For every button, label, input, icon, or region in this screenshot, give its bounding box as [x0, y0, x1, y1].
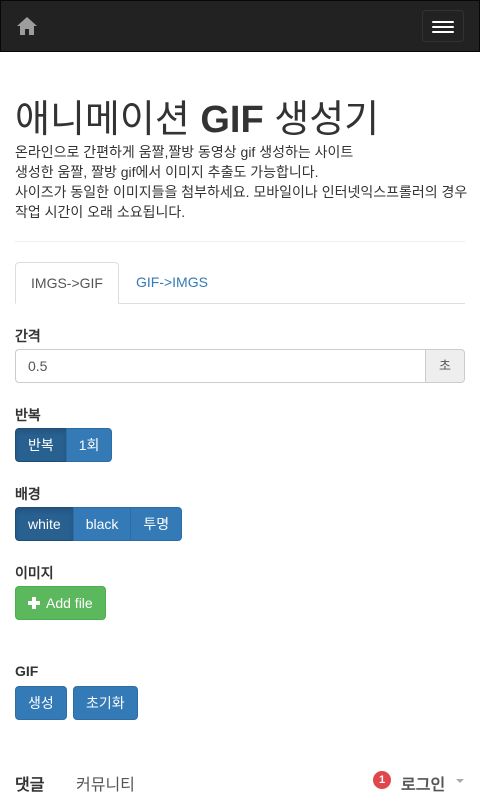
add-file-button[interactable]: Add file [15, 586, 106, 620]
login-link[interactable]: 로그인 [401, 771, 445, 795]
repeat-label: 반복 [15, 407, 41, 423]
repeat-option-loop[interactable]: 반복 [15, 428, 67, 462]
interval-unit: 초 [425, 349, 465, 383]
generate-button[interactable]: 생성 [15, 686, 67, 720]
tab-imgs-to-gif[interactable]: IMGS->GIF [15, 262, 119, 304]
background-option-transparent[interactable]: 투명 [130, 507, 183, 541]
notification-badge[interactable]: 1 [373, 771, 391, 789]
tab-community[interactable]: 커뮤니티 [76, 771, 135, 795]
page-description: 온라인으로 간편하게 움짤,짤방 동영상 gif 생성하는 사이트 생성한 움짤… [15, 142, 470, 222]
description-line: 사이즈가 동일한 이미지들을 첨부하세요. 모바일이나 인터넷익스프롤러의 경우… [15, 184, 468, 220]
gif-label: GIF [15, 663, 39, 679]
caret-down-icon[interactable] [456, 779, 464, 783]
interval-input[interactable] [15, 349, 426, 383]
description-line: 온라인으로 간편하게 움짤,짤방 동영상 gif 생성하는 사이트 [15, 144, 354, 160]
hamburger-menu-button[interactable] [422, 10, 464, 42]
interval-label: 간격 [15, 328, 41, 344]
background-option-white[interactable]: white [15, 507, 74, 541]
plus-icon [28, 597, 40, 609]
divider [15, 241, 465, 242]
reset-button[interactable]: 초기화 [73, 686, 138, 720]
tab-gif-to-imgs[interactable]: GIF->IMGS [121, 262, 223, 303]
background-option-black[interactable]: black [72, 507, 132, 541]
tab-comments[interactable]: 댓글 [15, 771, 44, 795]
repeat-option-once[interactable]: 1회 [65, 428, 113, 462]
page-title: 애니메이션 GIF 생성기 [15, 99, 380, 141]
repeat-button-group: 반복 1회 [15, 428, 113, 462]
top-navbar [0, 0, 480, 52]
image-label: 이미지 [15, 565, 54, 581]
description-line: 생성한 움짤, 짤방 gif에서 이미지 추출도 가능합니다. [15, 164, 319, 180]
background-button-group: white black 투명 [15, 507, 183, 541]
home-icon[interactable] [16, 16, 38, 36]
background-label: 배경 [15, 486, 41, 502]
add-file-label: Add file [46, 595, 93, 611]
